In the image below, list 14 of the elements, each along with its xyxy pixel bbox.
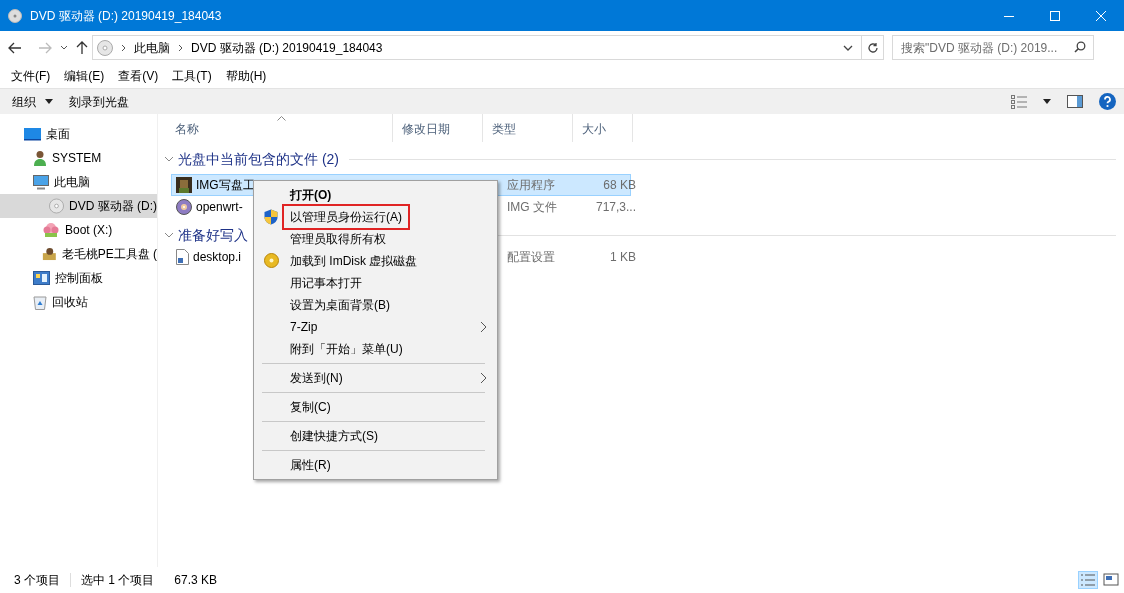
selection-count: 选中 1 个项目 xyxy=(80,572,156,589)
file-size: 1 KB xyxy=(609,249,637,266)
file-size: 717,3... xyxy=(594,199,637,216)
selection-size: 67.3 KB xyxy=(173,572,219,589)
file-name: IMG写盘工 xyxy=(196,177,255,194)
item-count: 3 个项目 xyxy=(13,572,61,589)
highlight-frame: 以管理员身份运行(A) xyxy=(282,204,410,230)
file-name: openwrt- xyxy=(196,199,243,216)
file-type: 配置设置 xyxy=(506,249,556,266)
window-title: DVD 驱动器 (D:) 20190419_184043 xyxy=(30,7,222,25)
file-name: desktop.i xyxy=(193,249,242,266)
file-size: 68 KB xyxy=(602,177,637,194)
file-type: 应用程序 xyxy=(506,177,556,194)
file-type: IMG 文件 xyxy=(506,199,558,216)
